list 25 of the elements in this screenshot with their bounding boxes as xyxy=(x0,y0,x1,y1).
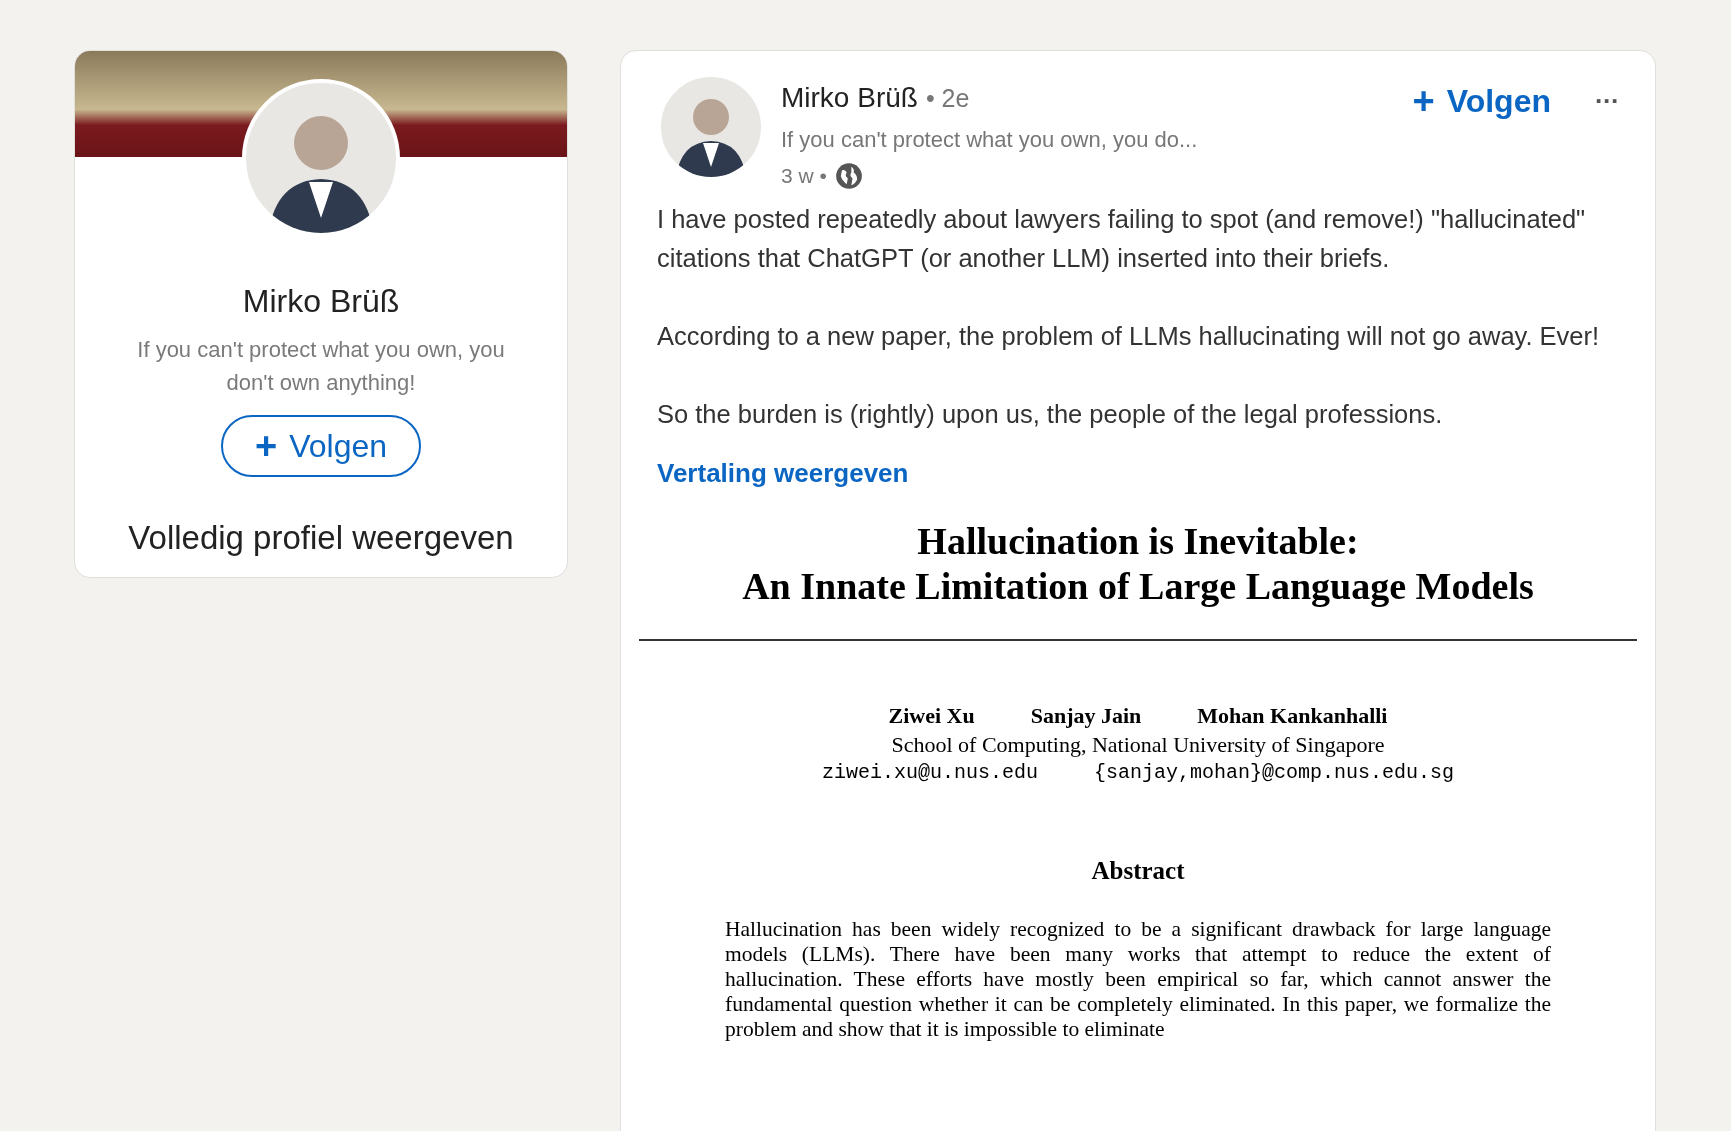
connection-degree: • 2e xyxy=(925,83,970,114)
abstract-text: Hallucination has been widely recognized to be a significant drawback for large language models (LLMs). There have been many works that attempt to reduce the extent of hallucination. These efforts have mostly been empirical so far, which cannot answer the fundamental question whether it can be completely eliminated. In this paper, we formalize the problem and show that it is impossible to eliminate xyxy=(725,917,1551,1042)
translation-link[interactable]: Vertaling weergeven xyxy=(657,453,909,493)
follow-button[interactable]: + Volgen xyxy=(1412,77,1551,125)
author-name[interactable]: Mirko Brüß xyxy=(781,77,918,119)
paper-author: Mohan Kankanhalli xyxy=(1197,701,1388,730)
paper-email: {sanjay,mohan}@comp.nus.edu.sg xyxy=(1094,759,1455,786)
author-headline: If you can't protect what you own, you do... xyxy=(781,126,1198,154)
view-profile-link[interactable]: Volledig profiel weergeven xyxy=(128,513,514,563)
post-paragraph: According to a new paper, the problem of LLMs hallucinating will not go away. Ever! xyxy=(657,320,1601,352)
profile-headline: If you can't protect what you own, you don't own anything! xyxy=(136,336,506,397)
paper-title: An Innate Limitation of Large Language Models xyxy=(742,563,1534,609)
globe-icon xyxy=(834,161,863,190)
post-age: 3 w • xyxy=(781,163,827,189)
profile-name: Mirko Brüß xyxy=(242,282,400,321)
post-paragraph: I have posted repeatedly about lawyers failing to spot (and remove!) "hallucinated" citations that ChatGPT (or another LLM) inserted into their briefs. xyxy=(657,203,1587,274)
post-paragraph: So the burden is (rightly) upon us, the people of the legal professions. xyxy=(657,398,1444,430)
paper-affiliation: School of Computing, National University of Singapore xyxy=(891,731,1385,758)
follow-button[interactable]: + Volgen xyxy=(220,415,422,477)
paper-author: Sanjay Jain xyxy=(1030,701,1142,730)
more-options-button[interactable]: ··· xyxy=(1594,81,1619,121)
paper-author: Ziwei Xu xyxy=(888,701,975,730)
abstract-heading: Abstract xyxy=(1091,855,1185,886)
paper-email: ziwei.xu@u.nus.edu xyxy=(821,759,1038,786)
paper-title: Hallucination is Inevitable: xyxy=(917,518,1359,564)
